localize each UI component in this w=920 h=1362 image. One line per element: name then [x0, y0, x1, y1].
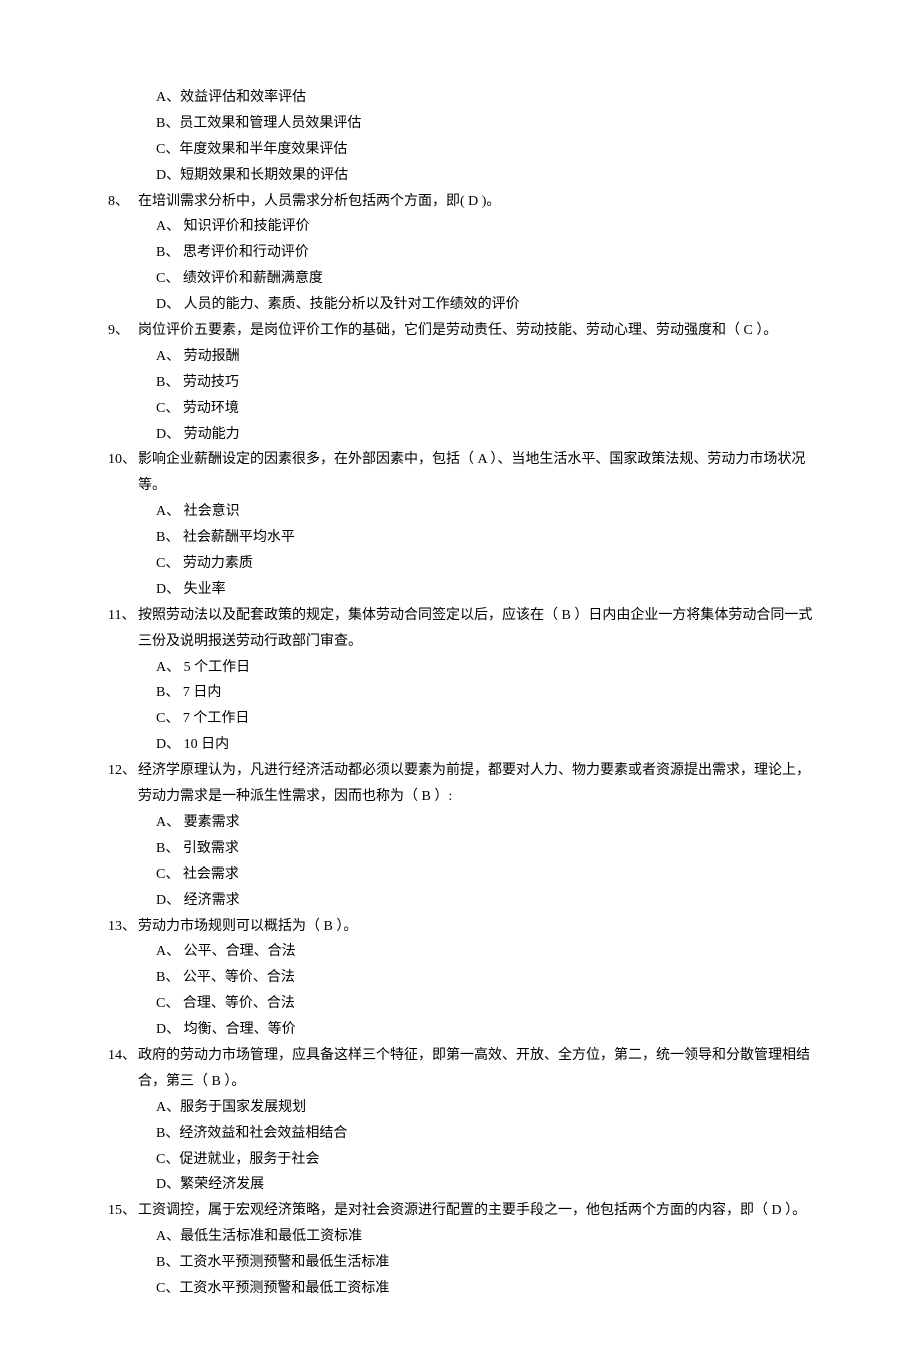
option-d: D、 均衡、合理、等价 [108, 1017, 820, 1043]
option-d: D、 劳动能力 [108, 422, 820, 448]
question-number: 11、 [108, 603, 138, 629]
question-15: 15、工资调控，属于宏观经济策略，是对社会资源进行配置的主要手段之一，他包括两个… [108, 1198, 820, 1302]
question-number: 13、 [108, 914, 138, 940]
option-a: A、服务于国家发展规划 [108, 1095, 820, 1121]
question-number: 12、 [108, 758, 138, 784]
question-text: 经济学原理认为，凡进行经济活动都必须以要素为前提，都要对人力、物力要素或者资源提… [138, 758, 820, 810]
option-b: B、工资水平预测预警和最低生活标准 [108, 1250, 820, 1276]
question-number: 9、 [108, 318, 138, 344]
option-b: B、 劳动技巧 [108, 370, 820, 396]
question-options: A、 社会意识B、 社会薪酬平均水平C、 劳动力素质D、 失业率 [108, 499, 820, 603]
question-options: A、 劳动报酬B、 劳动技巧C、 劳动环境D、 劳动能力 [108, 344, 820, 448]
question-number: 10、 [108, 447, 138, 473]
question-options: A、 知识评价和技能评价B、 思考评价和行动评价C、 绩效评价和薪酬满意度D、 … [108, 214, 820, 318]
option-a: A、 知识评价和技能评价 [108, 214, 820, 240]
question-options: A、 5 个工作日B、 7 日内C、 7 个工作日D、 10 日内 [108, 655, 820, 759]
question-number: 15、 [108, 1198, 138, 1224]
question-10: 10、影响企业薪酬设定的因素很多，在外部因素中，包括（ A ）、当地生活水平、国… [108, 447, 820, 602]
question-text: 在培训需求分析中，人员需求分析包括两个方面，即( D )。 [138, 189, 820, 215]
question-12: 12、经济学原理认为，凡进行经济活动都必须以要素为前提，都要对人力、物力要素或者… [108, 758, 820, 913]
option-a: A、 公平、合理、合法 [108, 939, 820, 965]
question-stem: 12、经济学原理认为，凡进行经济活动都必须以要素为前提，都要对人力、物力要素或者… [108, 758, 820, 810]
option-c: C、促进就业，服务于社会 [108, 1147, 820, 1173]
option-a: A、最低生活标准和最低工资标准 [108, 1224, 820, 1250]
question-stem: 11、按照劳动法以及配套政策的规定，集体劳动合同签定以后，应该在（ B ）日内由… [108, 603, 820, 655]
intro-option-d: D、短期效果和长期效果的评估 [108, 163, 820, 189]
option-c: C、 社会需求 [108, 862, 820, 888]
question-stem: 13、劳动力市场规则可以概括为（ B ）。 [108, 914, 820, 940]
option-b: B、经济效益和社会效益相结合 [108, 1121, 820, 1147]
question-options: A、服务于国家发展规划B、经济效益和社会效益相结合C、促进就业，服务于社会D、繁… [108, 1095, 820, 1199]
question-options: A、最低生活标准和最低工资标准B、工资水平预测预警和最低生活标准C、工资水平预测… [108, 1224, 820, 1302]
question-11: 11、按照劳动法以及配套政策的规定，集体劳动合同签定以后，应该在（ B ）日内由… [108, 603, 820, 758]
option-d: D、繁荣经济发展 [108, 1172, 820, 1198]
question-9: 9、岗位评价五要素，是岗位评价工作的基础，它们是劳动责任、劳动技能、劳动心理、劳… [108, 318, 820, 447]
option-a: A、 要素需求 [108, 810, 820, 836]
question-stem: 15、工资调控，属于宏观经济策略，是对社会资源进行配置的主要手段之一，他包括两个… [108, 1198, 820, 1224]
question-14: 14、政府的劳动力市场管理，应具备这样三个特征，即第一高效、开放、全方位，第二，… [108, 1043, 820, 1198]
option-b: B、 引致需求 [108, 836, 820, 862]
question-text: 工资调控，属于宏观经济策略，是对社会资源进行配置的主要手段之一，他包括两个方面的… [138, 1198, 820, 1224]
question-text: 劳动力市场规则可以概括为（ B ）。 [138, 914, 820, 940]
option-c: C、 7 个工作日 [108, 706, 820, 732]
question-options: A、 公平、合理、合法B、 公平、等价、合法C、 合理、等价、合法D、 均衡、合… [108, 939, 820, 1043]
question-number: 14、 [108, 1043, 138, 1069]
option-c: C、 劳动环境 [108, 396, 820, 422]
questions-container: 8、在培训需求分析中，人员需求分析包括两个方面，即( D )。A、 知识评价和技… [108, 189, 820, 1302]
option-b: B、 思考评价和行动评价 [108, 240, 820, 266]
question-number: 8、 [108, 189, 138, 215]
question-stem: 10、影响企业薪酬设定的因素很多，在外部因素中，包括（ A ）、当地生活水平、国… [108, 447, 820, 499]
question-text: 政府的劳动力市场管理，应具备这样三个特征，即第一高效、开放、全方位，第二，统一领… [138, 1043, 820, 1095]
option-d: D、 失业率 [108, 577, 820, 603]
question-13: 13、劳动力市场规则可以概括为（ B ）。A、 公平、合理、合法B、 公平、等价… [108, 914, 820, 1043]
question-8: 8、在培训需求分析中，人员需求分析包括两个方面，即( D )。A、 知识评价和技… [108, 189, 820, 318]
option-a: A、 社会意识 [108, 499, 820, 525]
question-stem: 14、政府的劳动力市场管理，应具备这样三个特征，即第一高效、开放、全方位，第二，… [108, 1043, 820, 1095]
option-d: D、 经济需求 [108, 888, 820, 914]
question-text: 按照劳动法以及配套政策的规定，集体劳动合同签定以后，应该在（ B ）日内由企业一… [138, 603, 820, 655]
option-b: B、 7 日内 [108, 680, 820, 706]
question-text: 岗位评价五要素，是岗位评价工作的基础，它们是劳动责任、劳动技能、劳动心理、劳动强… [138, 318, 820, 344]
intro-option-a: A、效益评估和效率评估 [108, 85, 820, 111]
option-d: D、 10 日内 [108, 732, 820, 758]
intro-option-c: C、年度效果和半年度效果评估 [108, 137, 820, 163]
question-text: 影响企业薪酬设定的因素很多，在外部因素中，包括（ A ）、当地生活水平、国家政策… [138, 447, 820, 499]
question-stem: 9、岗位评价五要素，是岗位评价工作的基础，它们是劳动责任、劳动技能、劳动心理、劳… [108, 318, 820, 344]
intro-option-b: B、员工效果和管理人员效果评估 [108, 111, 820, 137]
question-options: A、 要素需求B、 引致需求C、 社会需求D、 经济需求 [108, 810, 820, 914]
option-c: C、 劳动力素质 [108, 551, 820, 577]
option-a: A、 劳动报酬 [108, 344, 820, 370]
option-b: B、 社会薪酬平均水平 [108, 525, 820, 551]
option-d: D、 人员的能力、素质、技能分析以及针对工作绩效的评价 [108, 292, 820, 318]
option-c: C、 绩效评价和薪酬满意度 [108, 266, 820, 292]
question-stem: 8、在培训需求分析中，人员需求分析包括两个方面，即( D )。 [108, 189, 820, 215]
intro-options-block: A、效益评估和效率评估 B、员工效果和管理人员效果评估 C、年度效果和半年度效果… [108, 85, 820, 189]
option-c: C、 合理、等价、合法 [108, 991, 820, 1017]
option-c: C、工资水平预测预警和最低工资标准 [108, 1276, 820, 1302]
option-b: B、 公平、等价、合法 [108, 965, 820, 991]
option-a: A、 5 个工作日 [108, 655, 820, 681]
